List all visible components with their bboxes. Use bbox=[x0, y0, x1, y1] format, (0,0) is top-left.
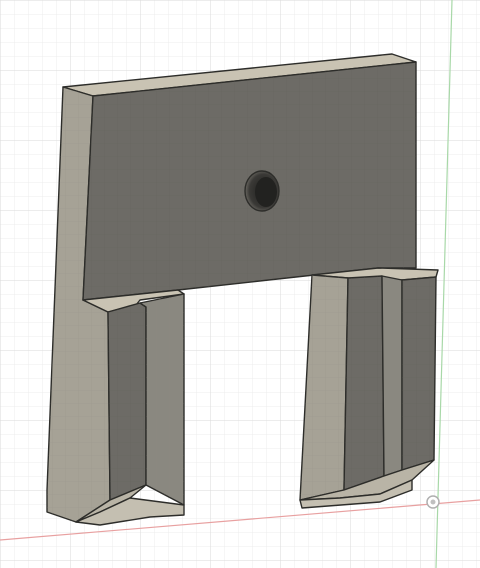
right-leg[interactable] bbox=[299, 267, 439, 509]
model-render[interactable] bbox=[0, 0, 480, 568]
right-leg-front-grid bbox=[344, 276, 384, 490]
right-leg-groove-face bbox=[381, 275, 403, 477]
left-leg-front-grid bbox=[108, 303, 146, 500]
mounting-hole[interactable] bbox=[244, 170, 280, 212]
origin-marker-icon[interactable] bbox=[426, 495, 440, 509]
right-leg-outer-grid bbox=[402, 277, 436, 470]
left-leg-groove-grid bbox=[140, 294, 184, 505]
canvas-viewport[interactable] bbox=[0, 0, 480, 568]
